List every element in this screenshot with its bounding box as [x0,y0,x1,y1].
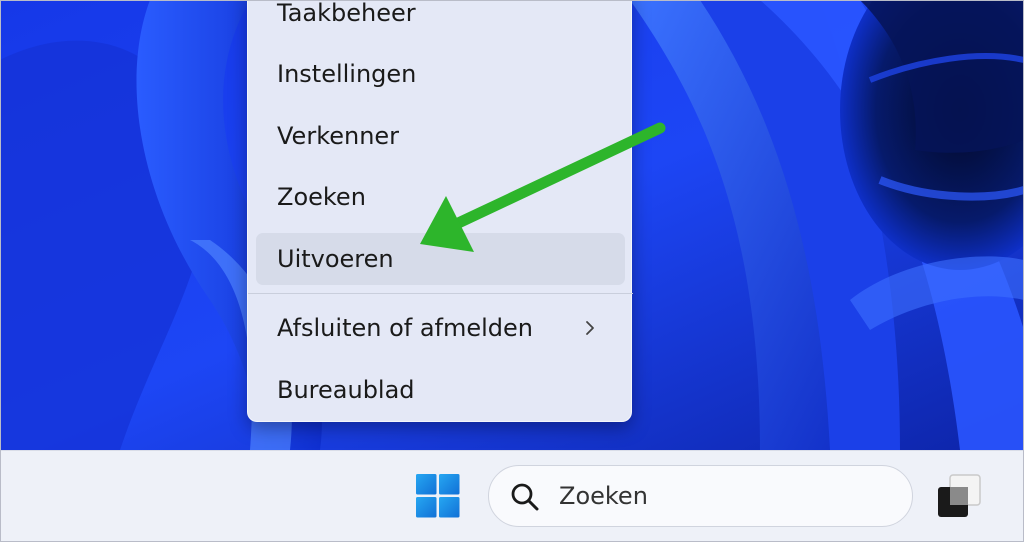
menu-item-label: Taakbeheer [277,0,416,27]
taskbar-search-box[interactable]: Zoeken [488,465,913,527]
menu-item-uitvoeren[interactable]: Uitvoeren [256,233,625,285]
menu-item-label: Verkenner [277,122,400,150]
menu-item-verkenner[interactable]: Verkenner [256,110,625,162]
taskbar: Zoeken [0,450,1024,542]
menu-item-label: Bureaublad [277,376,415,404]
menu-item-instellingen[interactable]: Instellingen [256,48,625,100]
menu-item-taakbeheer[interactable]: Taakbeheer [256,0,625,39]
desktop-screen: Taakbeheer Instellingen Verkenner Zoeken… [0,0,1024,542]
chevron-right-icon [586,321,594,335]
menu-item-label: Afsluiten of afmelden [277,314,534,342]
menu-item-afsluiten-of-afmelden[interactable]: Afsluiten of afmelden [256,302,625,354]
search-icon [511,483,539,511]
menu-item-label: Uitvoeren [277,245,394,273]
windows-logo-icon[interactable] [408,465,468,525]
menu-item-label: Zoeken [277,183,366,211]
task-view-icon[interactable] [932,469,988,525]
menu-separator [248,293,633,294]
menu-item-label: Instellingen [277,60,417,88]
search-placeholder: Zoeken [559,482,648,510]
menu-item-zoeken[interactable]: Zoeken [256,171,625,223]
menu-item-bureaublad[interactable]: Bureaublad [256,364,625,416]
winx-context-menu: Taakbeheer Instellingen Verkenner Zoeken… [247,0,633,422]
